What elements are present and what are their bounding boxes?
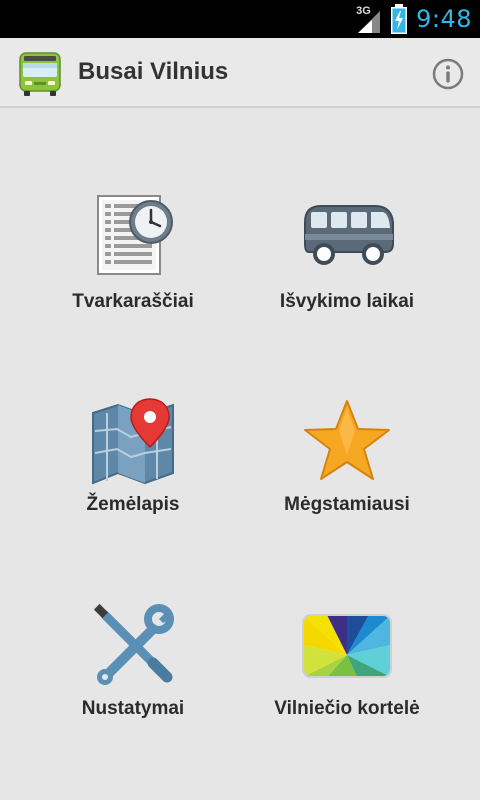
action-bar: Busai Vilnius [0, 38, 480, 108]
bus-icon[interactable] [16, 50, 64, 98]
menu-item-departure-times[interactable]: Išvykimo laikai [227, 188, 467, 393]
map-pin-icon [92, 398, 174, 485]
status-icons: 3G 9:48 [356, 0, 472, 38]
menu-item-label: Žemėlapis [86, 494, 180, 515]
menu-item-label: Vilniečio kortelė [274, 698, 420, 719]
clock: 9:48 [416, 5, 472, 33]
menu-item-timetables[interactable]: Tvarkaraščiai [13, 188, 253, 393]
menu-item-map[interactable]: Žemėlapis [13, 391, 253, 596]
battery-charging-icon [391, 4, 408, 34]
menu-item-label: Nustatymai [81, 698, 185, 719]
bus-icon [304, 205, 394, 265]
menu-item-label: Tvarkaraščiai [72, 291, 194, 312]
menu-item-favorites[interactable]: Mėgstamiausi [227, 391, 467, 596]
status-bar: 3G 9:48 [0, 0, 480, 38]
app-title: Busai Vilnius [78, 58, 229, 85]
signal-indicator: 3G [356, 5, 382, 33]
wrench-screwdriver-icon [93, 603, 174, 685]
menu-item-label: Mėgstamiausi [284, 494, 410, 515]
timetable-clock-icon [97, 195, 173, 275]
info-icon[interactable] [432, 58, 464, 90]
star-icon [304, 400, 390, 480]
menu-item-settings[interactable]: Nustatymai [13, 595, 253, 800]
signal-bars-icon [358, 11, 381, 33]
menu-item-label: Išvykimo laikai [279, 291, 415, 312]
main-menu-grid: Tvarkaraščiai Išvykimo laikai Žemėlapis … [0, 108, 480, 800]
card-icon [302, 614, 392, 678]
menu-item-vilnius-card[interactable]: Vilniečio kortelė [227, 595, 467, 800]
